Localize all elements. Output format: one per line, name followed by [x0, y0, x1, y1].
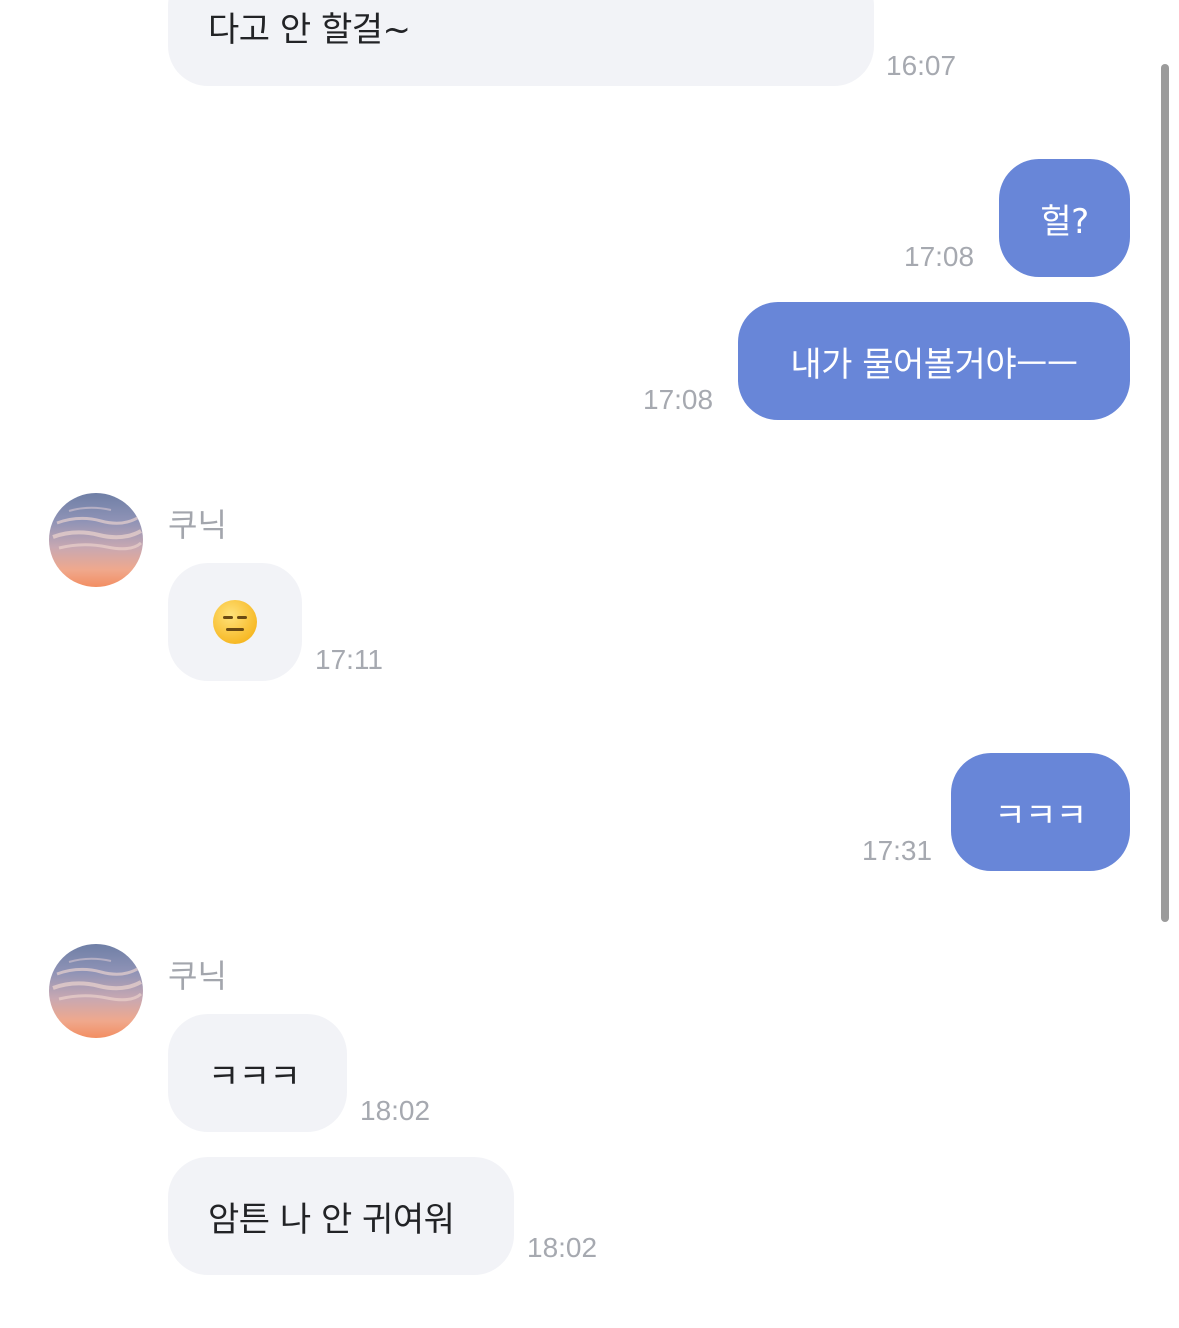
sunset-sky-image [52, 506, 143, 551]
message-timestamp: 17:08 [643, 384, 714, 415]
message-timestamp: 17:11 [315, 644, 383, 675]
message-text: 헐? [1040, 201, 1089, 242]
incoming-message-bubble[interactable]: ㅋㅋㅋ [168, 1014, 347, 1132]
sunset-sky-image [52, 957, 143, 1002]
chat-message-list[interactable]: 다고 안 할걸~ 16:07 17:08 헐? 17:08 내가 물어볼거야ㅡㅡ… [0, 0, 1179, 1328]
sender-avatar[interactable] [49, 944, 143, 1038]
incoming-message-bubble[interactable]: 암튼 나 안 귀여워 [168, 1157, 514, 1275]
outgoing-message-bubble[interactable]: 헐? [999, 159, 1130, 277]
message-timestamp: 18:02 [527, 1232, 598, 1263]
message-timestamp: 17:31 [862, 835, 933, 866]
message-text: 다고 안 할걸~ [208, 9, 411, 50]
message-text: ㅋㅋㅋ [994, 795, 1087, 836]
outgoing-message-bubble[interactable]: ㅋㅋㅋ [951, 753, 1130, 871]
vertical-scrollbar[interactable] [1161, 64, 1169, 922]
sender-name: 쿠닉 [168, 506, 227, 544]
message-text: 내가 물어볼거야ㅡㅡ [790, 344, 1078, 385]
message-timestamp: 16:07 [886, 50, 957, 81]
incoming-message-bubble[interactable]: 다고 안 할걸~ [168, 0, 874, 86]
expressionless-face-icon [213, 600, 257, 644]
sender-name: 쿠닉 [168, 957, 227, 995]
incoming-message-bubble[interactable] [168, 563, 302, 681]
message-timestamp: 18:02 [360, 1095, 431, 1126]
message-text: ㅋㅋㅋ [208, 1056, 301, 1097]
outgoing-message-bubble[interactable]: 내가 물어볼거야ㅡㅡ [738, 302, 1130, 420]
message-text: 암튼 나 안 귀여워 [208, 1199, 455, 1240]
message-timestamp: 17:08 [904, 241, 975, 272]
sender-avatar[interactable] [49, 493, 143, 587]
